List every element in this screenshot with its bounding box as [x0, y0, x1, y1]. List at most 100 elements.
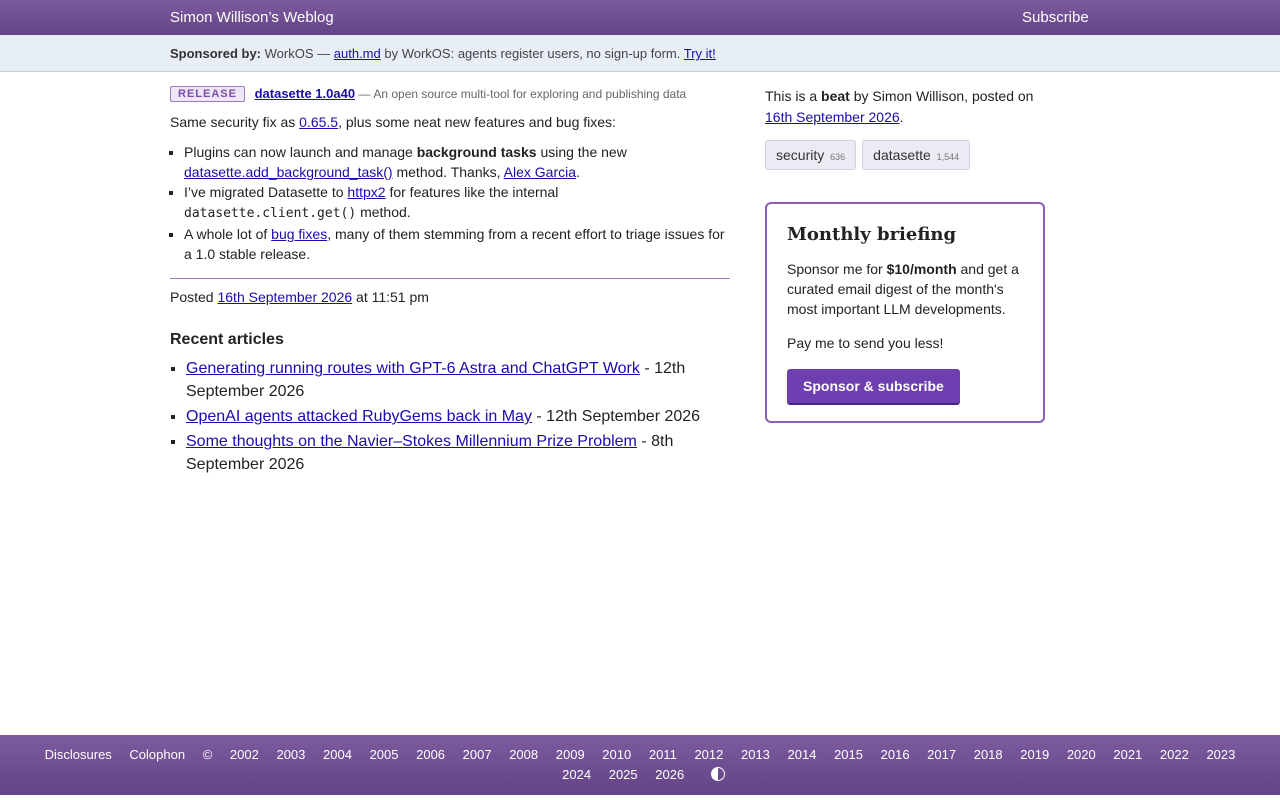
footer-year-link[interactable]: 2020 [1067, 747, 1096, 762]
author-link[interactable]: Alex Garcia [504, 164, 576, 180]
footer-year-link[interactable]: 2015 [834, 747, 863, 762]
footer-link-colophon[interactable]: Colophon [129, 747, 185, 762]
bullet-text: Plugins can now launch and manage [184, 144, 413, 160]
background-task-link[interactable]: datasette.add_background_task() [184, 164, 393, 180]
sponsor-subscribe-button[interactable]: Sponsor & subscribe [787, 369, 960, 405]
httpx2-link[interactable]: httpx2 [347, 184, 385, 200]
footer-year-link[interactable]: 2005 [370, 747, 399, 762]
recent-articles-list: Generating running routes with GPT-6 Ast… [170, 357, 730, 476]
beat-word: beat [821, 88, 850, 104]
tag-datasette[interactable]: datasette 1,544 [862, 140, 971, 170]
bullet-text: method. Thanks, [396, 164, 501, 180]
list-item: I’ve migrated Datasette to httpx2 for fe… [184, 182, 730, 224]
tag-name: security [776, 147, 825, 163]
footer-links-row-2: 2024 2025 2026 [0, 767, 1280, 782]
sponsor-text: Sponsored by: WorkOS — auth.md by WorkOS… [170, 46, 716, 61]
subscribe-link[interactable]: Subscribe [1022, 9, 1089, 26]
version-link[interactable]: 0.65.5 [299, 114, 338, 130]
briefing-body: Sponsor me for $10/month and get a curat… [787, 259, 1023, 319]
posted-line: Posted 16th September 2026 at 11:51 pm [170, 289, 730, 305]
footer-year-link[interactable]: 2010 [602, 747, 631, 762]
bullet-text: for features like the internal [389, 184, 559, 200]
list-item: Generating running routes with GPT-6 Ast… [186, 357, 730, 403]
intro-text-end: , plus some neat new features and bug fi… [338, 114, 616, 130]
beat-info: This is a beat by Simon Willison, posted… [765, 86, 1045, 128]
footer-year-link[interactable]: 2008 [509, 747, 538, 762]
tag-count: 1,544 [936, 152, 960, 162]
footer-link-copyright[interactable]: © [203, 747, 213, 762]
footer-year-link[interactable]: 2002 [230, 747, 259, 762]
footer-year-link[interactable]: 2016 [881, 747, 910, 762]
footer-year-link[interactable]: 2014 [788, 747, 817, 762]
list-item: A whole lot of bug fixes, many of them s… [184, 224, 730, 264]
briefing-text: Sponsor me for [787, 261, 883, 277]
bullet-text: method. [360, 204, 411, 220]
sponsor-cta-link[interactable]: Try it! [684, 46, 716, 61]
main-content: RELEASE datasette 1.0a40 — An open sourc… [170, 86, 730, 478]
footer-year-link[interactable]: 2012 [694, 747, 723, 762]
sponsor-label: Sponsored by: [170, 46, 262, 61]
footer-year-link[interactable]: 2017 [927, 747, 956, 762]
footer-year-link[interactable]: 2025 [609, 767, 638, 782]
beat-text: by Simon Willison, posted on [853, 88, 1034, 104]
tag-list: security 636 datasette 1,544 [765, 140, 1045, 170]
release-title-link[interactable]: datasette 1.0a40 [255, 86, 355, 101]
site-title[interactable]: Simon Willison’s Weblog [170, 9, 334, 26]
footer-link-disclosures[interactable]: Disclosures [45, 747, 112, 762]
sponsor-tagline: by WorkOS: agents register users, no sig… [384, 46, 681, 61]
recent-article-link[interactable]: OpenAI agents attacked RubyGems back in … [186, 408, 532, 425]
footer-year-link[interactable]: 2026 [655, 767, 684, 782]
site-footer: Disclosures Colophon © 2002 2003 2004 20… [0, 735, 1280, 795]
bullet-text: A whole lot of [184, 226, 268, 242]
feature-list: Plugins can now launch and manage backgr… [170, 142, 730, 264]
list-item: OpenAI agents attacked RubyGems back in … [186, 405, 730, 428]
monthly-briefing-box: Monthly briefing Sponsor me for $10/mont… [765, 202, 1045, 423]
sponsor-link[interactable]: auth.md [334, 46, 381, 61]
posted-date-link[interactable]: 16th September 2026 [217, 289, 352, 305]
list-item: Some thoughts on the Navier–Stokes Mille… [186, 430, 730, 476]
post-intro: Same security fix as 0.65.5, plus some n… [170, 112, 730, 132]
divider [170, 278, 730, 279]
sponsor-banner: Sponsored by: WorkOS — auth.md by WorkOS… [0, 35, 1280, 72]
briefing-less: Pay me to send you less! [787, 335, 944, 351]
footer-year-link[interactable]: 2013 [741, 747, 770, 762]
bullet-text: . [576, 164, 580, 180]
footer-year-link[interactable]: 2018 [974, 747, 1003, 762]
recent-article-link[interactable]: Some thoughts on the Navier–Stokes Mille… [186, 433, 637, 450]
bullet-text: using the new [540, 144, 627, 160]
sponsor-name: WorkOS — [264, 46, 331, 61]
site-header: Simon Willison’s Weblog Subscribe [0, 0, 1280, 35]
recent-article-date: - 12th September 2026 [536, 408, 701, 425]
footer-year-link[interactable]: 2021 [1113, 747, 1142, 762]
tag-name: datasette [873, 147, 931, 163]
release-description: — An open source multi-tool for explorin… [358, 87, 687, 101]
footer-links-row: Disclosures Colophon © 2002 2003 2004 20… [0, 747, 1280, 762]
footer-year-link[interactable]: 2004 [323, 747, 352, 762]
recent-articles-heading: Recent articles [170, 331, 284, 348]
list-item: Plugins can now launch and manage backgr… [184, 142, 730, 182]
bullet-text: I’ve migrated Datasette to [184, 184, 344, 200]
tag-security[interactable]: security 636 [765, 140, 857, 170]
beat-date-link[interactable]: 16th September 2026 [765, 109, 900, 125]
footer-year-link[interactable]: 2023 [1206, 747, 1235, 762]
footer-year-link[interactable]: 2011 [649, 747, 677, 762]
sidebar: This is a beat by Simon Willison, posted… [765, 86, 1045, 423]
code-snippet: datasette.client.get() [184, 206, 357, 221]
footer-year-link[interactable]: 2009 [556, 747, 585, 762]
recent-article-link[interactable]: Generating running routes with GPT-6 Ast… [186, 360, 640, 377]
footer-year-link[interactable]: 2019 [1020, 747, 1049, 762]
posted-label: Posted [170, 289, 214, 305]
footer-year-link[interactable]: 2024 [562, 767, 591, 782]
footer-year-link[interactable]: 2003 [276, 747, 305, 762]
bullet-bold: background tasks [416, 144, 537, 160]
tag-count: 636 [830, 152, 846, 162]
footer-year-link[interactable]: 2007 [463, 747, 492, 762]
bug-fixes-link[interactable]: bug fixes [271, 226, 327, 242]
beat-text: This is a [765, 88, 818, 104]
briefing-heading: Monthly briefing [787, 224, 957, 245]
beat-text: . [899, 109, 904, 125]
briefing-price: $10/month [886, 261, 957, 277]
contrast-toggle-icon[interactable] [710, 767, 725, 781]
footer-year-link[interactable]: 2022 [1160, 747, 1189, 762]
footer-year-link[interactable]: 2006 [416, 747, 445, 762]
